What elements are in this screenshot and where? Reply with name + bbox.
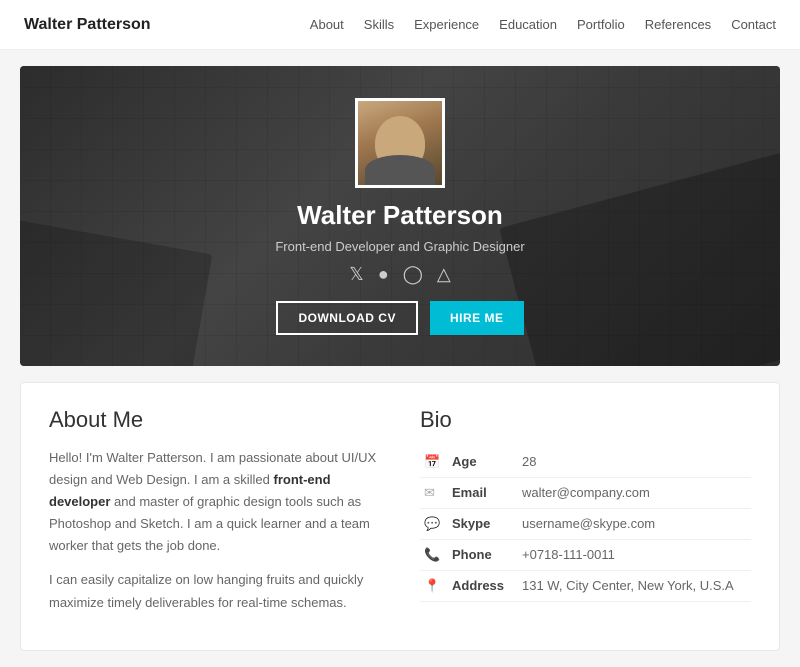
nav-brand: Walter Patterson: [24, 16, 151, 34]
bio-icon: 📞: [420, 540, 448, 571]
nav-link-contact[interactable]: Contact: [731, 17, 776, 32]
avatar: [355, 98, 445, 188]
bio-label: Email: [448, 478, 518, 509]
bio-label: Age: [448, 447, 518, 478]
bio-label: Skype: [448, 509, 518, 540]
about-left-panel: About Me Hello! I'm Walter Patterson. I …: [49, 407, 380, 626]
bio-value: 28: [518, 447, 751, 478]
nav-link-skills[interactable]: Skills: [364, 17, 394, 32]
hero-title: Front-end Developer and Graphic Designer: [275, 239, 524, 254]
bio-title: Bio: [420, 407, 751, 433]
bio-row: ✉ Email walter@company.com: [420, 478, 751, 509]
navbar: Walter Patterson About Skills Experience Ed…: [0, 0, 800, 50]
hero-content: Walter Patterson Front-end Developer and…: [275, 98, 524, 335]
bio-value: username@skype.com: [518, 509, 751, 540]
github-icon[interactable]: △: [437, 264, 451, 285]
twitter-icon[interactable]: 𝕏: [349, 264, 364, 285]
hero-section: Walter Patterson Front-end Developer and…: [20, 66, 780, 366]
bio-icon: 📍: [420, 571, 448, 602]
bio-row: 📅 Age 28: [420, 447, 751, 478]
bio-table: 📅 Age 28 ✉ Email walter@company.com 💬 Sk…: [420, 447, 751, 602]
bio-value: +0718-111-0011: [518, 540, 751, 571]
hero-socials: 𝕏 ● ◯ △: [349, 264, 450, 285]
facebook-icon[interactable]: ●: [378, 264, 389, 285]
bio-icon: ✉: [420, 478, 448, 509]
nav-link-references[interactable]: References: [645, 17, 711, 32]
bio-panel: Bio 📅 Age 28 ✉ Email walter@company.com …: [420, 407, 751, 626]
bio-icon: 💬: [420, 509, 448, 540]
bio-label: Phone: [448, 540, 518, 571]
bio-label: Address: [448, 571, 518, 602]
about-para2: I can easily capitalize on low hanging f…: [49, 569, 380, 613]
bio-value: walter@company.com: [518, 478, 751, 509]
hire-me-button[interactable]: HIRE ME: [430, 301, 524, 335]
nav-link-education[interactable]: Education: [499, 17, 557, 32]
download-cv-button[interactable]: DOWNLOAD CV: [276, 301, 418, 335]
bio-row: 📍 Address 131 W, City Center, New York, …: [420, 571, 751, 602]
nav-link-about[interactable]: About: [310, 17, 344, 32]
nav-link-portfolio[interactable]: Portfolio: [577, 17, 625, 32]
instagram-icon[interactable]: ◯: [403, 264, 423, 285]
bio-row: 📞 Phone +0718-111-0011: [420, 540, 751, 571]
nav-links: About Skills Experience Education Portfolio R…: [310, 17, 776, 32]
bio-row: 💬 Skype username@skype.com: [420, 509, 751, 540]
about-title: About Me: [49, 407, 380, 433]
hero-buttons: DOWNLOAD CV HIRE ME: [276, 301, 523, 335]
avatar-image: [358, 101, 442, 185]
about-para1: Hello! I'm Walter Patterson. I am passio…: [49, 447, 380, 557]
about-section: About Me Hello! I'm Walter Patterson. I …: [20, 382, 780, 651]
bio-icon: 📅: [420, 447, 448, 478]
bio-value: 131 W, City Center, New York, U.S.A: [518, 571, 751, 602]
hero-name: Walter Patterson: [297, 200, 503, 231]
nav-link-experience[interactable]: Experience: [414, 17, 479, 32]
